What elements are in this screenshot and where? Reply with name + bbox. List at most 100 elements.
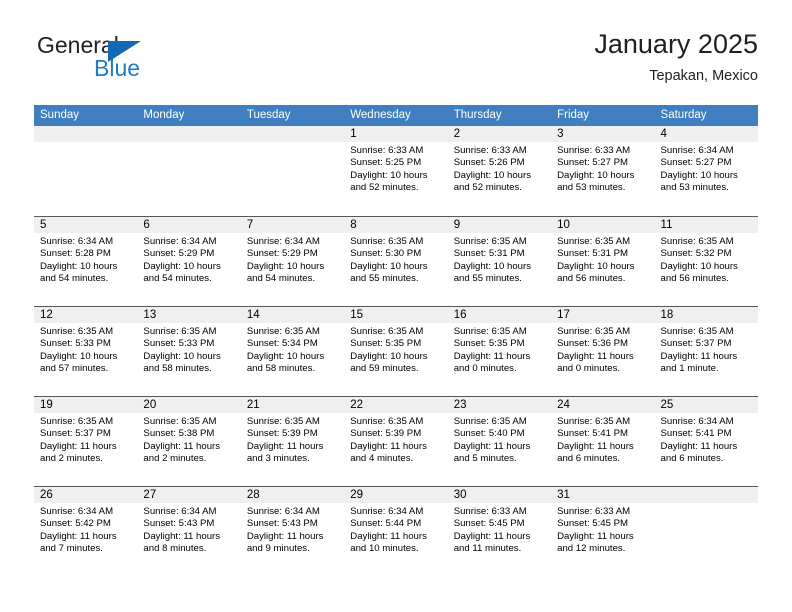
day-detail-line: and 2 minutes. [143,453,207,465]
calendar-grid: Sunday Monday Tuesday Wednesday Thursday Frid… [34,105,758,576]
calendar-day-cell[interactable]: 27 Sunrise: 6:34 AM Sunset: 5:43 PM Dayligh… [137,487,241,576]
day-number: 12 [34,307,138,323]
calendar-day-cell[interactable]: 2 Sunrise: 6:33 AM Sunset: 5:26 PM Daylight… [447,126,552,216]
calendar-day-cell[interactable]: 26 Sunrise: 6:34 AM Sunset: 5:42 PM Dayligh… [34,487,138,576]
general-blue-logo[interactable]: General Blue [34,32,234,88]
calendar-day-cell[interactable]: 7 Sunrise: 6:34 AM Sunset: 5:29 PM Daylight… [240,217,345,306]
calendar-day-cell-empty [137,126,241,216]
calendar-day-cell-empty [34,126,138,216]
page-subtitle-location: Tepakan, Mexico [649,68,758,84]
day-detail-line: Sunset: 5:32 PM [660,248,732,260]
day-detail-line: Sunset: 5:43 PM [246,518,318,530]
calendar-day-cell[interactable]: 1 Sunrise: 6:33 AM Sunset: 5:25 PM Daylight… [344,126,448,216]
calendar-day-cell[interactable]: 18 Sunrise: 6:35 AM Sunset: 5:37 PM Dayligh… [654,307,758,396]
calendar-day-cell[interactable]: 23 Sunrise: 6:35 AM Sunset: 5:40 PM Dayligh… [447,397,552,486]
day-detail-line: Sunrise: 6:33 AM [557,506,631,517]
calendar-day-cell[interactable]: 3 Sunrise: 6:33 AM Sunset: 5:27 PM Daylight… [551,126,655,216]
day-detail-line: Daylight: 11 hours [660,350,738,362]
calendar-day-cell[interactable]: 31 Sunrise: 6:33 AM Sunset: 5:45 PM Dayligh… [551,487,655,576]
calendar-week-row: 26 Sunrise: 6:34 AM Sunset: 5:42 PM Dayligh… [34,486,758,576]
day-detail-line: Sunrise: 6:35 AM [557,236,631,247]
calendar-day-cell[interactable]: 14 Sunrise: 6:35 AM Sunset: 5:34 PM Dayligh… [240,307,345,396]
calendar-day-cell[interactable]: 29 Sunrise: 6:34 AM Sunset: 5:44 PM Dayligh… [344,487,448,576]
calendar-day-cell[interactable]: 6 Sunrise: 6:34 AM Sunset: 5:29 PM Daylight… [137,217,241,306]
day-details: Sunrise: 6:34 AM Sunset: 5:42 PM Daylight:… [34,503,137,556]
day-detail-line: Daylight: 10 hours [143,260,221,272]
day-number: 29 [344,487,448,503]
day-detail-line: Sunrise: 6:35 AM [453,236,527,247]
day-number: 26 [34,487,138,503]
calendar-day-cell[interactable]: 13 Sunrise: 6:35 AM Sunset: 5:33 PM Dayligh… [137,307,241,396]
day-details: Sunrise: 6:33 AM Sunset: 5:45 PM Daylight:… [448,503,551,556]
day-detail-line: Sunset: 5:27 PM [660,157,732,169]
calendar-day-cell[interactable]: 28 Sunrise: 6:34 AM Sunset: 5:43 PM Dayligh… [240,487,345,576]
day-detail-line: and 6 minutes. [557,453,621,465]
day-detail-line: Daylight: 11 hours [246,530,324,542]
day-detail-line: Sunset: 5:45 PM [453,518,525,530]
day-details: Sunrise: 6:35 AM Sunset: 5:31 PM Daylight:… [551,233,654,286]
day-detail-line: and 53 minutes. [660,182,729,194]
day-detail-line: Sunset: 5:37 PM [40,428,111,440]
calendar-day-cell[interactable]: 24 Sunrise: 6:35 AM Sunset: 5:41 PM Dayligh… [551,397,655,486]
day-detail-line: Daylight: 10 hours [350,169,428,181]
calendar-day-cell[interactable]: 9 Sunrise: 6:35 AM Sunset: 5:31 PM Daylight… [447,217,552,306]
day-detail-line: and 56 minutes. [557,273,626,285]
day-detail-line: and 56 minutes. [660,273,729,285]
day-details: Sunrise: 6:35 AM Sunset: 5:36 PM Daylight:… [551,323,654,376]
calendar-day-cell[interactable]: 5 Sunrise: 6:34 AM Sunset: 5:28 PM Daylight… [34,217,138,306]
day-detail-line: Daylight: 10 hours [246,260,325,272]
day-detail-line: Daylight: 11 hours [143,440,221,452]
calendar-day-cell[interactable]: 25 Sunrise: 6:34 AM Sunset: 5:41 PM Dayligh… [654,397,758,486]
calendar-day-cell[interactable]: 20 Sunrise: 6:35 AM Sunset: 5:38 PM Dayligh… [137,397,241,486]
logo-text-blue: Blue [94,55,141,81]
day-detail-line: and 0 minutes. [557,363,621,375]
calendar-day-cell[interactable]: 17 Sunrise: 6:35 AM Sunset: 5:36 PM Dayligh… [551,307,655,396]
calendar-day-cell[interactable]: 19 Sunrise: 6:35 AM Sunset: 5:37 PM Dayligh… [34,397,138,486]
day-number: 25 [654,397,758,413]
day-details: Sunrise: 6:34 AM Sunset: 5:29 PM Daylight:… [241,233,344,286]
day-detail-line: Sunrise: 6:34 AM [246,236,320,247]
day-detail-line: Sunrise: 6:33 AM [453,145,527,156]
day-detail-line: Daylight: 11 hours [40,530,117,542]
day-details: Sunrise: 6:35 AM Sunset: 5:34 PM Daylight:… [241,323,344,376]
day-details: Sunrise: 6:34 AM Sunset: 5:44 PM Daylight:… [344,503,447,556]
day-details: Sunrise: 6:35 AM Sunset: 5:37 PM Daylight:… [655,323,758,376]
calendar-day-cell[interactable]: 16 Sunrise: 6:35 AM Sunset: 5:35 PM Dayligh… [447,307,552,396]
day-detail-line: Sunset: 5:38 PM [143,428,215,440]
day-number: 11 [654,217,758,233]
day-detail-line: Sunrise: 6:34 AM [246,506,320,517]
day-detail-line: Sunrise: 6:35 AM [246,416,320,427]
calendar-weeks: 1 Sunrise: 6:33 AM Sunset: 5:25 PM Daylight… [34,126,758,576]
day-details: Sunrise: 6:34 AM Sunset: 5:43 PM Daylight:… [137,503,240,556]
day-details: Sunrise: 6:35 AM Sunset: 5:40 PM Daylight:… [448,413,551,466]
day-number: 27 [137,487,241,503]
day-number: 18 [654,307,758,323]
day-detail-line: Sunrise: 6:35 AM [453,326,527,337]
calendar-day-cell[interactable]: 30 Sunrise: 6:33 AM Sunset: 5:45 PM Dayligh… [447,487,552,576]
calendar-day-cell[interactable]: 10 Sunrise: 6:35 AM Sunset: 5:31 PM Dayligh… [551,217,655,306]
day-detail-line: Sunset: 5:27 PM [557,157,629,169]
calendar-day-cell[interactable]: 21 Sunrise: 6:35 AM Sunset: 5:39 PM Dayligh… [240,397,345,486]
calendar-day-cell[interactable]: 8 Sunrise: 6:35 AM Sunset: 5:30 PM Daylight… [344,217,448,306]
day-number: 15 [344,307,448,323]
day-detail-line: and 9 minutes. [246,543,310,555]
day-detail-line: Sunrise: 6:34 AM [40,236,114,247]
title-block: January 2025 Tepakan, Mexico [594,28,758,86]
calendar-day-cell[interactable]: 12 Sunrise: 6:35 AM Sunset: 5:33 PM Dayligh… [34,307,138,396]
page-header: General Blue January 2025 Tepakan, Mexic… [34,28,758,94]
calendar-week-row: 5 Sunrise: 6:34 AM Sunset: 5:28 PM Daylight… [34,216,758,306]
calendar-day-cell[interactable]: 15 Sunrise: 6:35 AM Sunset: 5:35 PM Dayligh… [344,307,448,396]
day-detail-line: Sunset: 5:25 PM [350,157,422,169]
day-details [655,503,758,506]
day-details: Sunrise: 6:35 AM Sunset: 5:31 PM Daylight:… [448,233,551,286]
calendar-day-cell[interactable]: 11 Sunrise: 6:35 AM Sunset: 5:32 PM Dayligh… [654,217,758,306]
day-details: Sunrise: 6:35 AM Sunset: 5:38 PM Daylight:… [137,413,240,466]
day-detail-line: Sunrise: 6:33 AM [350,145,424,156]
day-detail-line: Sunrise: 6:35 AM [557,416,631,427]
day-detail-line: Sunset: 5:35 PM [453,338,525,350]
calendar-day-cell[interactable]: 22 Sunrise: 6:35 AM Sunset: 5:39 PM Dayligh… [344,397,448,486]
calendar-day-cell[interactable]: 4 Sunrise: 6:34 AM Sunset: 5:27 PM Daylight… [654,126,758,216]
day-detail-line: Sunset: 5:34 PM [246,338,318,350]
day-detail-line: Daylight: 10 hours [660,260,738,272]
day-number: 3 [551,126,655,142]
